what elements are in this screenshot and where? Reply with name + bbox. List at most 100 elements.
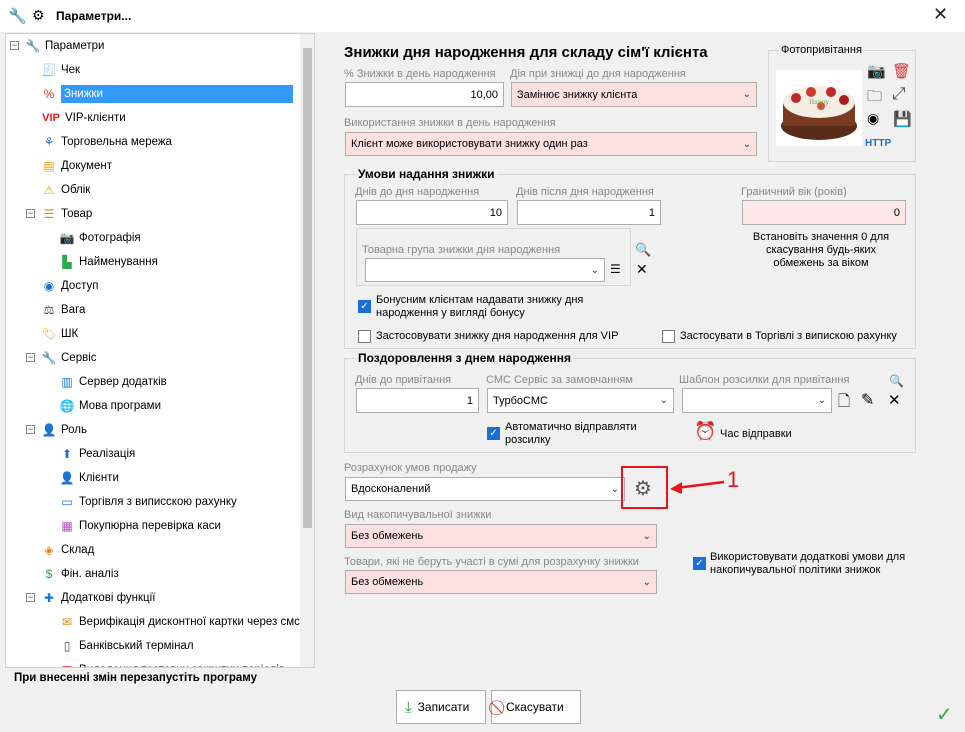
tree-item[interactable]: ▥ Сервер додатків — [58, 370, 167, 394]
save-button[interactable]: ⤓ Записати — [396, 690, 486, 724]
search-icon[interactable]: 🔍 — [889, 374, 904, 388]
invoice-checkbox[interactable] — [662, 330, 675, 343]
sms-value: ТурбоСМС — [493, 394, 548, 407]
resize-icon[interactable]: ⤢ — [892, 84, 906, 104]
sms-service-select[interactable]: ТурбоСМС ⌄ — [487, 388, 674, 413]
cancel-button[interactable]: ⃠ Скасувати — [491, 690, 581, 724]
vip-icon: VIP — [42, 112, 60, 124]
tree-item[interactable]: 🌐 Мова програми — [58, 394, 162, 418]
calc-value: Вдосконалений — [351, 483, 431, 495]
calc-select[interactable]: Вдосконалений ⌄ — [345, 477, 625, 501]
clear-icon[interactable]: ✕ — [636, 261, 648, 278]
action-label: Дія при знижці до дня народження — [510, 68, 686, 80]
days-before-input[interactable]: 10 — [356, 200, 508, 225]
tree-collapse-toggle[interactable]: − — [26, 593, 35, 602]
tree-item-label: Сервер додатків — [79, 376, 167, 388]
tree-collapse-toggle[interactable]: − — [26, 353, 35, 362]
bday-pct-input[interactable]: 10,00 — [345, 82, 504, 107]
trash-icon[interactable]: 🗑 — [892, 62, 911, 80]
tree-item[interactable]: ⚖ Вага — [40, 298, 86, 322]
product-group-select[interactable]: ⌄ — [365, 258, 605, 282]
tree-item[interactable]: ⬆ Реалізація — [58, 442, 135, 466]
vip-checkbox[interactable] — [358, 330, 371, 343]
settings-tree[interactable]: 🔧 Параметри − 🧾 Чек % Знижки VIP VIP-клієнти ⚘ Тор… — [5, 33, 315, 668]
close-icon[interactable]: ✕ — [933, 4, 948, 25]
chevron-down-icon: ⌄ — [642, 576, 651, 588]
percent-icon: % — [43, 87, 55, 101]
tree-item-label: Облік — [61, 184, 91, 196]
excluded-select[interactable]: Без обмежень ⌄ — [345, 570, 657, 594]
tree-item[interactable]: 🔧 Сервіс — [40, 346, 97, 370]
clear-icon[interactable]: ✕ — [888, 391, 901, 409]
tree-item[interactable]: $ Фін. аналіз — [40, 562, 119, 586]
tree-item-label: Фотографія — [79, 232, 141, 244]
alarm-clock-icon[interactable]: ⏰ — [694, 421, 716, 442]
calc-label: Розрахунок умов продажу — [344, 462, 477, 474]
list-menu-icon[interactable]: ☰ — [610, 262, 621, 276]
tree-scrollbar[interactable] — [300, 34, 314, 667]
save-label: Записати — [417, 700, 470, 714]
eye-icon: ◉ — [43, 279, 55, 293]
bday-usage-select[interactable]: Клієнт може використовувати знижку один … — [345, 132, 757, 156]
webcam-icon[interactable]: ◉ — [867, 110, 879, 127]
receipt-icon: 🧾 — [41, 63, 57, 77]
tree-item[interactable]: ◉ Доступ — [40, 274, 99, 298]
scroll-thumb[interactable] — [303, 48, 312, 528]
search-icon[interactable]: 🔍 — [635, 242, 651, 258]
tree-item[interactable]: ▦ Покупюрна перевірка каси — [58, 514, 221, 538]
tree-collapse-toggle[interactable]: − — [10, 41, 19, 50]
tree-item[interactable]: ▤ Документ — [40, 154, 112, 178]
annotation-number: 1 — [727, 467, 740, 492]
upload-icon: ⬆ — [61, 447, 73, 461]
tree-item-label: Чек — [61, 64, 81, 76]
tree-item[interactable]: 📷 Фотографія — [58, 226, 141, 250]
tree-item[interactable]: ✉ Верифікація дисконтної картки через смс — [58, 610, 300, 634]
tree-item[interactable]: 👤 Роль — [40, 418, 88, 442]
tree-item-label: Параметри — [45, 40, 105, 52]
accum-select[interactable]: Без обмежень ⌄ — [345, 524, 657, 548]
tree-item[interactable]: 🔧 Параметри — [24, 34, 105, 58]
user-icon: 👤 — [59, 471, 75, 485]
tree-item[interactable]: 🧾 Чек — [40, 58, 81, 82]
calc-settings-gear-icon[interactable]: ⚙ — [634, 476, 652, 501]
tree-item-label: Верифікація дисконтної картки через смс — [79, 616, 300, 628]
send-time-label: Час відправки — [720, 428, 792, 440]
tree-item[interactable]: ◈ Склад — [40, 538, 94, 562]
bonus-checkbox[interactable]: ✓ — [358, 300, 371, 313]
folder-icon[interactable]: 🗀 — [867, 86, 882, 111]
tree-collapse-toggle[interactable]: − — [26, 209, 35, 218]
days-after-input[interactable]: 1 — [517, 200, 661, 225]
greeting-days-input[interactable]: 1 — [356, 388, 479, 413]
tree-item[interactable]: VIP VIP-клієнти — [40, 106, 126, 130]
extra-conditions-checkbox[interactable]: ✓ — [693, 557, 706, 570]
tree-item-label: Торгівля з виписскою рахунку — [79, 496, 237, 508]
chevron-down-icon: ⌄ — [610, 483, 619, 495]
tree-item[interactable]: ⚘ Торговельна мережа — [40, 130, 172, 154]
wrench-icon: 🔧 — [25, 39, 41, 53]
tree-item[interactable]: ☰ Товар — [40, 202, 93, 226]
document-icon: ▤ — [43, 159, 55, 173]
tree-item[interactable]: ▯ Банківський термінал — [58, 634, 194, 658]
tree-item-label: Вага — [61, 304, 86, 316]
list-icon: ☰ — [43, 207, 55, 221]
auto-send-checkbox[interactable]: ✓ — [487, 427, 500, 440]
template-select[interactable]: ⌄ — [682, 388, 832, 413]
http-link[interactable]: HTTP — [865, 138, 891, 149]
tree-item[interactable]: ▙ Найменування — [58, 250, 157, 274]
tree-item[interactable]: % Знижки — [40, 82, 293, 106]
camera-icon[interactable]: 📷 — [867, 62, 886, 80]
tree-collapse-toggle[interactable]: − — [26, 425, 35, 434]
tree-item[interactable]: ▣Видалення тестових закритих періодів — [58, 658, 285, 667]
accum-value: Без обмежень — [351, 530, 424, 542]
tree-item[interactable]: ✚ Додаткові функції — [40, 586, 155, 610]
edit-pencil-icon[interactable]: ✎ — [861, 390, 874, 410]
puzzle-icon: ✚ — [43, 591, 55, 605]
add-doc-icon[interactable]: 🗋 — [838, 391, 850, 416]
age-input[interactable]: 0 — [742, 200, 906, 225]
tree-item[interactable]: 🏷 ШК — [40, 322, 78, 346]
tree-item[interactable]: ⚠ Облік — [40, 178, 91, 202]
tree-item[interactable]: 👤 Клієнти — [58, 466, 119, 490]
bday-action-select[interactable]: Замінює знижку клієнта ⌄ — [511, 82, 757, 107]
tree-item[interactable]: ▭ Торгівля з виписскою рахунку — [58, 490, 237, 514]
save-disk-icon[interactable]: 💾 — [893, 110, 912, 128]
